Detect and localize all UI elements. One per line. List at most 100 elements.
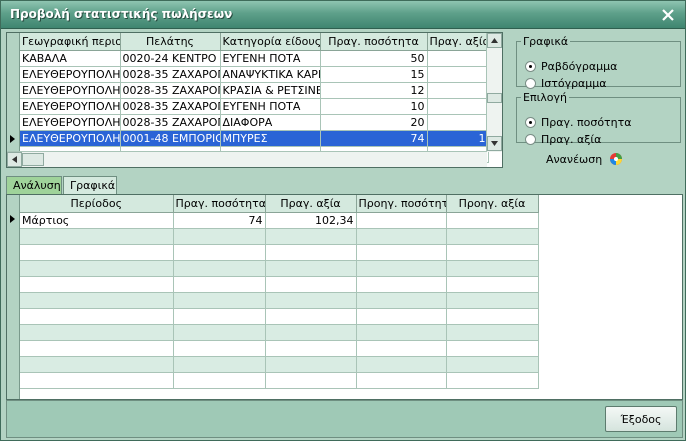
table-cell[interactable]: ΕΛΕΥΘΕΡΟΥΠΟΛΗ xyxy=(20,98,121,115)
table-cell[interactable]: 102,34 xyxy=(265,212,357,229)
table-cell xyxy=(356,244,447,261)
table-cell[interactable] xyxy=(427,98,489,115)
tab-analysis[interactable]: Ανάλυση xyxy=(6,176,62,194)
table-cell[interactable]: ΕΛΕΥΘΕΡΟΥΠΟΛΗ xyxy=(20,82,121,99)
table-cell xyxy=(446,244,539,261)
table-cell[interactable]: 1 xyxy=(427,130,489,147)
table-cell[interactable] xyxy=(427,114,489,131)
table-cell[interactable]: 15 xyxy=(320,66,428,83)
table-cell xyxy=(446,340,539,357)
table-cell[interactable]: ΕΥΓΕΝΗ ΠΟΤΑ xyxy=(220,98,321,115)
table-cell xyxy=(20,276,174,293)
table-cell[interactable]: ΕΛΕΥΘΕΡΟΥΠΟΛΗ xyxy=(20,130,121,147)
vertical-scrollbar[interactable] xyxy=(486,33,502,152)
period-grid[interactable]: Περίοδος Πραγ. ποσότητα Πραγ. αξία Προηγ… xyxy=(6,194,683,400)
horizontal-scroll-thumb[interactable] xyxy=(22,153,44,166)
table-cell[interactable]: 0028-35 ΖΑΧΑΡΟΠΛΑΣΤΕΙΟ xyxy=(120,98,221,115)
current-row-arrow-icon xyxy=(10,215,15,223)
table-cell[interactable]: 74 xyxy=(173,212,266,229)
column-header-actual-quantity[interactable]: Πραγ. ποσότητα xyxy=(173,195,266,213)
table-cell xyxy=(356,356,447,373)
table-cell xyxy=(265,356,357,373)
radio-actual-value-label: Πραγ. αξία xyxy=(541,133,602,146)
table-cell xyxy=(356,324,447,341)
column-header-actual-value[interactable]: Πραγ. αξία xyxy=(427,33,489,51)
table-cell[interactable] xyxy=(427,66,489,83)
table-cell xyxy=(173,324,266,341)
table-cell xyxy=(173,260,266,277)
table-row xyxy=(20,292,539,309)
table-cell xyxy=(20,260,174,277)
table-cell[interactable]: 50 xyxy=(320,50,428,67)
table-cell[interactable]: 0028-35 ΖΑΧΑΡΟΠΛΑΣΤΕΙΟ xyxy=(120,82,221,99)
table-cell[interactable]: 20 xyxy=(320,114,428,131)
horizontal-scrollbar[interactable] xyxy=(7,151,487,167)
radio-actual-value[interactable]: Πραγ. αξία xyxy=(525,133,601,146)
table-cell[interactable]: Μάρτιος xyxy=(20,212,174,229)
column-header-previous-value[interactable]: Προηγ. αξία xyxy=(446,195,539,213)
table-cell[interactable]: ΕΛΕΥΘΕΡΟΥΠΟΛΗ xyxy=(20,114,121,131)
chart-type-group: Γραφικά Ραβδόγραμμα Ιστόγραμμα xyxy=(516,35,681,90)
table-cell[interactable]: ΚΡΑΣΙΑ & ΡΕΤΣΙΝΕΣ xyxy=(220,82,321,99)
column-header-previous-quantity[interactable]: Προηγ. ποσότητα xyxy=(356,195,447,213)
scroll-left-button[interactable] xyxy=(7,152,22,167)
table-cell[interactable] xyxy=(356,212,447,229)
table-cell xyxy=(173,340,266,357)
sales-grid[interactable]: Γεωγραφική περιοχή Πελάτης Κατηγορία είδ… xyxy=(6,32,503,168)
exit-button[interactable]: Έξοδος xyxy=(605,406,677,432)
table-cell xyxy=(265,372,357,389)
column-header-customer[interactable]: Πελάτης xyxy=(120,33,221,51)
table-cell xyxy=(20,292,174,309)
column-header-region[interactable]: Γεωγραφική περιοχή xyxy=(20,33,121,51)
table-cell xyxy=(265,244,357,261)
table-cell xyxy=(265,308,357,325)
table-cell[interactable]: ΜΠΥΡΕΣ xyxy=(220,130,321,147)
table-cell[interactable]: ΔΙΑΦΟΡΑ xyxy=(220,114,321,131)
chevron-left-icon xyxy=(12,156,17,163)
table-row[interactable]: ΕΛΕΥΘΕΡΟΥΠΟΛΗ0028-35 ΖΑΧΑΡΟΠΛΑΣΤΕΙΟΚΡΑΣΙ… xyxy=(20,82,489,99)
table-cell[interactable] xyxy=(427,50,489,67)
table-cell xyxy=(265,340,357,357)
table-row xyxy=(20,228,539,245)
table-cell[interactable]: 0020-24 ΚΕΝΤΡΟ ΔΙΑΣ xyxy=(120,50,221,67)
row-indicator-column xyxy=(7,195,20,399)
table-cell[interactable]: 12 xyxy=(320,82,428,99)
table-row xyxy=(20,276,539,293)
column-header-actual-value[interactable]: Πραγ. αξία xyxy=(265,195,357,213)
column-header-category[interactable]: Κατηγορία είδους xyxy=(220,33,321,51)
radio-histogram-label: Ιστόγραμμα xyxy=(541,77,607,90)
scroll-down-button[interactable] xyxy=(487,136,502,151)
table-row xyxy=(20,244,539,261)
column-header-actual-quantity[interactable]: Πραγ. ποσότητα xyxy=(320,33,428,51)
table-cell[interactable]: 0028-35 ΖΑΧΑΡΟΠΛΑΣΤΕΙΟ xyxy=(120,114,221,131)
table-cell[interactable]: 0001-48 ΕΜΠΟΡΙΟ xyxy=(120,130,221,147)
radio-bar-chart[interactable]: Ραβδόγραμμα xyxy=(525,60,617,73)
scroll-up-button[interactable] xyxy=(487,33,502,48)
column-header-period[interactable]: Περίοδος xyxy=(20,195,174,213)
table-cell[interactable]: ΕΛΕΥΘΕΡΟΥΠΟΛΗ xyxy=(20,66,121,83)
table-cell[interactable]: ΑΝΑΨΥΚΤΙΚΑ ΚΑΡΠΟΥΖΙ xyxy=(220,66,321,83)
table-row[interactable]: ΕΛΕΥΘΕΡΟΥΠΟΛΗ0028-35 ΖΑΧΑΡΟΠΛΑΣΤΕΙΟΕΥΓΕΝ… xyxy=(20,98,489,115)
radio-histogram[interactable]: Ιστόγραμμα xyxy=(525,77,607,90)
table-row[interactable]: ΕΛΕΥΘΕΡΟΥΠΟΛΗ 0001-48 ΕΜΠΟΡΙΟ ΜΠΥΡΕΣ 74 1 xyxy=(20,130,489,147)
table-row[interactable]: ΕΛΕΥΘΕΡΟΥΠΟΛΗ0028-35 ΖΑΧΑΡΟΠΛΑΣΤΕΙΟΑΝΑΨΥ… xyxy=(20,66,489,83)
table-cell xyxy=(356,292,447,309)
radio-actual-quantity[interactable]: Πραγ. ποσότητα xyxy=(525,116,632,129)
refresh-button[interactable]: Ανανέωση xyxy=(546,151,624,167)
table-cell[interactable] xyxy=(446,212,539,229)
table-row[interactable]: ΕΛΕΥΘΕΡΟΥΠΟΛΗ0028-35 ΖΑΧΑΡΟΠΛΑΣΤΕΙΟΔΙΑΦΟ… xyxy=(20,114,489,131)
table-cell[interactable]: ΚΑΒΑΛΑ xyxy=(20,50,121,67)
tab-charts[interactable]: Γραφικά xyxy=(63,176,117,194)
radio-indicator-icon xyxy=(525,134,536,145)
table-row[interactable]: ΚΑΒΑΛΑ0020-24 ΚΕΝΤΡΟ ΔΙΑΣΕΥΓΕΝΗ ΠΟΤΑ50 xyxy=(20,50,489,67)
table-cell[interactable]: 0028-35 ΖΑΧΑΡΟΠΛΑΣΤΕΙΟ xyxy=(120,66,221,83)
table-cell[interactable] xyxy=(427,82,489,99)
vertical-scroll-thumb[interactable] xyxy=(487,93,502,103)
sales-statistics-window: Προβολή στατιστικής πωλήσεων Γεωγραφική … xyxy=(0,0,686,441)
table-cell xyxy=(173,372,266,389)
table-cell[interactable]: 10 xyxy=(320,98,428,115)
table-cell[interactable]: ΕΥΓΕΝΗ ΠΟΤΑ xyxy=(220,50,321,67)
table-cell[interactable]: 74 xyxy=(320,130,428,147)
close-button[interactable] xyxy=(657,5,679,25)
table-row[interactable]: Μάρτιος 74 102,34 xyxy=(20,212,539,229)
